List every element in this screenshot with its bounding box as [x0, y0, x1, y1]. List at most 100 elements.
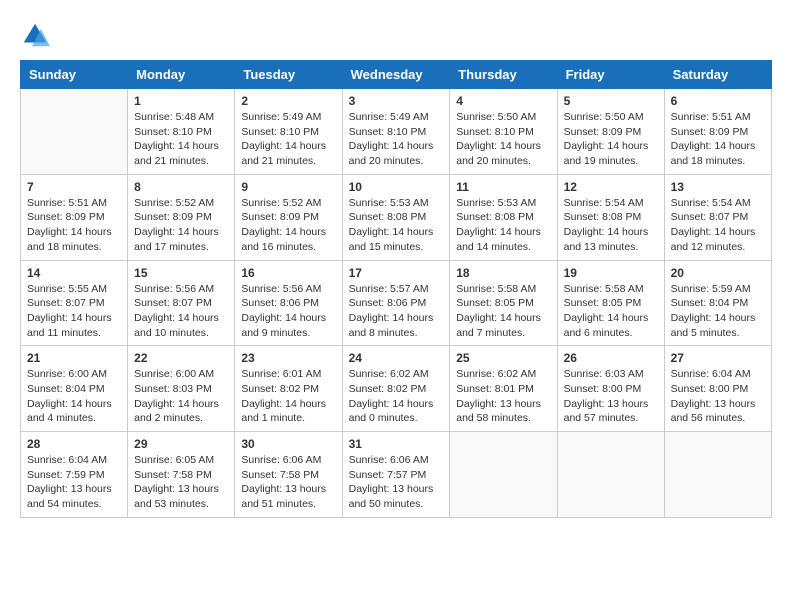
day-number: 3: [349, 94, 444, 108]
day-number: 14: [27, 266, 121, 280]
calendar-header-row: SundayMondayTuesdayWednesdayThursdayFrid…: [21, 61, 772, 89]
calendar-cell: 8 Sunrise: 5:52 AM Sunset: 8:09 PM Daylig…: [128, 174, 235, 260]
day-info: Sunrise: 5:54 AM Sunset: 8:07 PM Dayligh…: [671, 196, 765, 255]
day-info: Sunrise: 5:58 AM Sunset: 8:05 PM Dayligh…: [456, 282, 550, 341]
calendar-cell: 11 Sunrise: 5:53 AM Sunset: 8:08 PM Dayli…: [450, 174, 557, 260]
day-info: Sunrise: 6:00 AM Sunset: 8:04 PM Dayligh…: [27, 367, 121, 426]
calendar-cell: 26 Sunrise: 6:03 AM Sunset: 8:00 PM Dayli…: [557, 346, 664, 432]
calendar-cell: 21 Sunrise: 6:00 AM Sunset: 8:04 PM Dayli…: [21, 346, 128, 432]
calendar-cell: 7 Sunrise: 5:51 AM Sunset: 8:09 PM Daylig…: [21, 174, 128, 260]
calendar-cell: [664, 432, 771, 518]
day-number: 16: [241, 266, 335, 280]
day-number: 2: [241, 94, 335, 108]
day-info: Sunrise: 5:53 AM Sunset: 8:08 PM Dayligh…: [456, 196, 550, 255]
calendar-cell: [450, 432, 557, 518]
day-number: 13: [671, 180, 765, 194]
day-number: 29: [134, 437, 228, 451]
day-header-wednesday: Wednesday: [342, 61, 450, 89]
day-number: 26: [564, 351, 658, 365]
day-number: 12: [564, 180, 658, 194]
day-number: 9: [241, 180, 335, 194]
calendar-cell: 1Sunrise: 5:48 AM Sunset: 8:10 PM Daylig…: [128, 89, 235, 175]
day-number: 7: [27, 180, 121, 194]
day-info: Sunrise: 6:03 AM Sunset: 8:00 PM Dayligh…: [564, 367, 658, 426]
day-info: Sunrise: 6:01 AM Sunset: 8:02 PM Dayligh…: [241, 367, 335, 426]
day-number: 5: [564, 94, 658, 108]
day-info: Sunrise: 5:55 AM Sunset: 8:07 PM Dayligh…: [27, 282, 121, 341]
calendar-cell: 10 Sunrise: 5:53 AM Sunset: 8:08 PM Dayli…: [342, 174, 450, 260]
day-info: Sunrise: 6:05 AM Sunset: 7:58 PM Dayligh…: [134, 453, 228, 512]
day-info: Sunrise: 5:56 AM Sunset: 8:07 PM Dayligh…: [134, 282, 228, 341]
day-info: Sunrise: 5:53 AM Sunset: 8:08 PM Dayligh…: [349, 196, 444, 255]
day-number: 21: [27, 351, 121, 365]
calendar-cell: 27 Sunrise: 6:04 AM Sunset: 8:00 PM Dayli…: [664, 346, 771, 432]
day-number: 25: [456, 351, 550, 365]
day-info: Sunrise: 6:06 AM Sunset: 7:57 PM Dayligh…: [349, 453, 444, 512]
day-number: 15: [134, 266, 228, 280]
calendar-cell: 22Sunrise: 6:00 AM Sunset: 8:03 PM Dayli…: [128, 346, 235, 432]
calendar-cell: 17 Sunrise: 5:57 AM Sunset: 8:06 PM Dayli…: [342, 260, 450, 346]
day-info: Sunrise: 6:04 AM Sunset: 7:59 PM Dayligh…: [27, 453, 121, 512]
day-number: 8: [134, 180, 228, 194]
day-number: 31: [349, 437, 444, 451]
day-number: 4: [456, 94, 550, 108]
day-info: Sunrise: 5:51 AM Sunset: 8:09 PM Dayligh…: [27, 196, 121, 255]
day-info: Sunrise: 5:50 AM Sunset: 8:09 PM Dayligh…: [564, 110, 658, 169]
day-info: Sunrise: 5:49 AM Sunset: 8:10 PM Dayligh…: [241, 110, 335, 169]
day-number: 19: [564, 266, 658, 280]
calendar-week-row: 21 Sunrise: 6:00 AM Sunset: 8:04 PM Dayli…: [21, 346, 772, 432]
calendar-cell: 15 Sunrise: 5:56 AM Sunset: 8:07 PM Dayli…: [128, 260, 235, 346]
day-info: Sunrise: 5:52 AM Sunset: 8:09 PM Dayligh…: [134, 196, 228, 255]
calendar-cell: 2 Sunrise: 5:49 AM Sunset: 8:10 PM Daylig…: [235, 89, 342, 175]
day-header-thursday: Thursday: [450, 61, 557, 89]
calendar-cell: 6Sunrise: 5:51 AM Sunset: 8:09 PM Daylig…: [664, 89, 771, 175]
day-info: Sunrise: 6:02 AM Sunset: 8:01 PM Dayligh…: [456, 367, 550, 426]
calendar-cell: 28 Sunrise: 6:04 AM Sunset: 7:59 PM Dayli…: [21, 432, 128, 518]
day-info: Sunrise: 6:04 AM Sunset: 8:00 PM Dayligh…: [671, 367, 765, 426]
calendar-cell: 4 Sunrise: 5:50 AM Sunset: 8:10 PM Daylig…: [450, 89, 557, 175]
day-number: 28: [27, 437, 121, 451]
day-number: 10: [349, 180, 444, 194]
calendar-week-row: 7 Sunrise: 5:51 AM Sunset: 8:09 PM Daylig…: [21, 174, 772, 260]
calendar-cell: 3 Sunrise: 5:49 AM Sunset: 8:10 PM Daylig…: [342, 89, 450, 175]
calendar-week-row: 28 Sunrise: 6:04 AM Sunset: 7:59 PM Dayli…: [21, 432, 772, 518]
calendar-table: SundayMondayTuesdayWednesdayThursdayFrid…: [20, 60, 772, 518]
calendar-cell: 19 Sunrise: 5:58 AM Sunset: 8:05 PM Dayli…: [557, 260, 664, 346]
day-number: 24: [349, 351, 444, 365]
day-info: Sunrise: 6:06 AM Sunset: 7:58 PM Dayligh…: [241, 453, 335, 512]
day-info: Sunrise: 6:02 AM Sunset: 8:02 PM Dayligh…: [349, 367, 444, 426]
day-number: 30: [241, 437, 335, 451]
day-number: 11: [456, 180, 550, 194]
day-header-tuesday: Tuesday: [235, 61, 342, 89]
day-header-friday: Friday: [557, 61, 664, 89]
calendar-cell: 25 Sunrise: 6:02 AM Sunset: 8:01 PM Dayli…: [450, 346, 557, 432]
calendar-cell: 9Sunrise: 5:52 AM Sunset: 8:09 PM Daylig…: [235, 174, 342, 260]
day-number: 27: [671, 351, 765, 365]
day-info: Sunrise: 5:49 AM Sunset: 8:10 PM Dayligh…: [349, 110, 444, 169]
day-info: Sunrise: 5:57 AM Sunset: 8:06 PM Dayligh…: [349, 282, 444, 341]
day-number: 17: [349, 266, 444, 280]
calendar-cell: 31 Sunrise: 6:06 AM Sunset: 7:57 PM Dayli…: [342, 432, 450, 518]
calendar-cell: 5 Sunrise: 5:50 AM Sunset: 8:09 PM Daylig…: [557, 89, 664, 175]
calendar-cell: 14 Sunrise: 5:55 AM Sunset: 8:07 PM Dayli…: [21, 260, 128, 346]
calendar-cell: 12 Sunrise: 5:54 AM Sunset: 8:08 PM Dayli…: [557, 174, 664, 260]
day-info: Sunrise: 5:56 AM Sunset: 8:06 PM Dayligh…: [241, 282, 335, 341]
calendar-cell: 18 Sunrise: 5:58 AM Sunset: 8:05 PM Dayli…: [450, 260, 557, 346]
calendar-cell: 23 Sunrise: 6:01 AM Sunset: 8:02 PM Dayli…: [235, 346, 342, 432]
day-info: Sunrise: 5:51 AM Sunset: 8:09 PM Dayligh…: [671, 110, 765, 169]
day-info: Sunrise: 5:58 AM Sunset: 8:05 PM Dayligh…: [564, 282, 658, 341]
day-number: 23: [241, 351, 335, 365]
day-header-sunday: Sunday: [21, 61, 128, 89]
day-number: 18: [456, 266, 550, 280]
day-info: Sunrise: 5:54 AM Sunset: 8:08 PM Dayligh…: [564, 196, 658, 255]
calendar-cell: 24 Sunrise: 6:02 AM Sunset: 8:02 PM Dayli…: [342, 346, 450, 432]
day-info: Sunrise: 5:59 AM Sunset: 8:04 PM Dayligh…: [671, 282, 765, 341]
day-info: Sunrise: 5:50 AM Sunset: 8:10 PM Dayligh…: [456, 110, 550, 169]
calendar-week-row: 14 Sunrise: 5:55 AM Sunset: 8:07 PM Dayli…: [21, 260, 772, 346]
logo: [20, 20, 54, 50]
calendar-cell: 20Sunrise: 5:59 AM Sunset: 8:04 PM Dayli…: [664, 260, 771, 346]
calendar-cell: 16 Sunrise: 5:56 AM Sunset: 8:06 PM Dayli…: [235, 260, 342, 346]
calendar-cell: 30 Sunrise: 6:06 AM Sunset: 7:58 PM Dayli…: [235, 432, 342, 518]
calendar-cell: [557, 432, 664, 518]
calendar-cell: [21, 89, 128, 175]
